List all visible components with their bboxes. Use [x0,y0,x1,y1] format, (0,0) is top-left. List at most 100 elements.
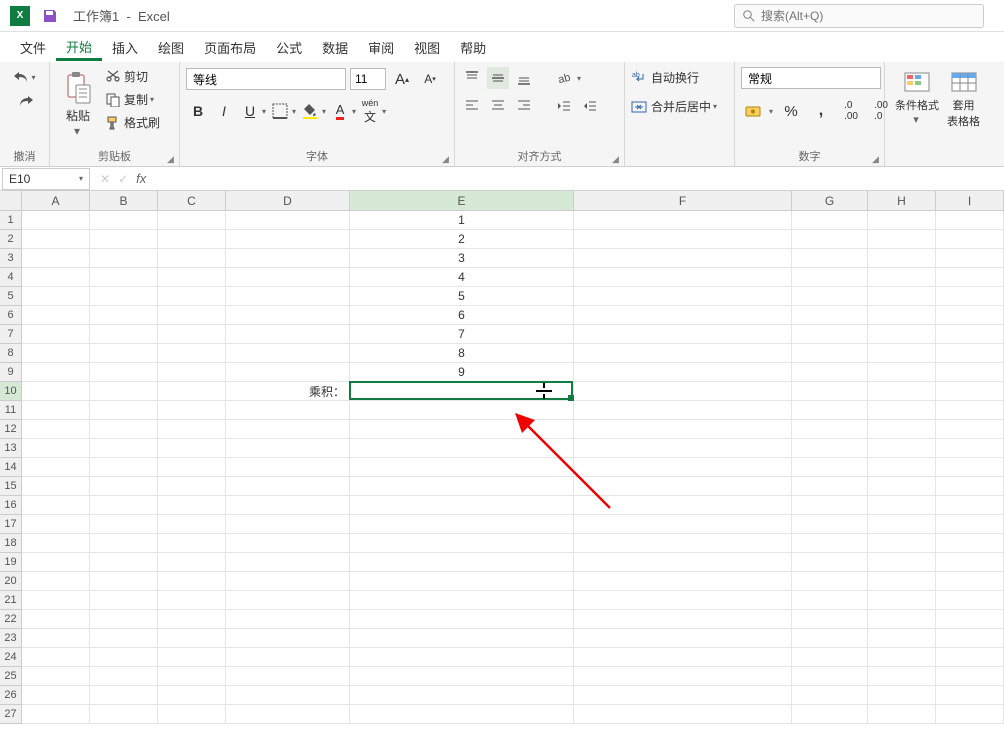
row-header[interactable]: 13 [0,439,22,458]
cell[interactable] [574,629,792,648]
cell[interactable] [574,515,792,534]
cell[interactable] [868,686,936,705]
cell[interactable] [90,230,158,249]
cell[interactable] [90,439,158,458]
cell[interactable] [158,401,226,420]
cell[interactable]: 乘积： [226,382,350,401]
cell[interactable] [868,591,936,610]
cell[interactable] [22,249,90,268]
cell[interactable]: 5 [350,287,574,306]
row-header[interactable]: 16 [0,496,22,515]
cell[interactable] [158,344,226,363]
number-format-select[interactable] [741,67,881,89]
row-header[interactable]: 24 [0,648,22,667]
row-header[interactable]: 18 [0,534,22,553]
cell[interactable] [574,325,792,344]
cell[interactable] [158,382,226,401]
cancel-formula-icon[interactable]: ✕ [100,172,110,186]
cell[interactable] [22,610,90,629]
cell[interactable] [574,648,792,667]
cell[interactable] [226,268,350,287]
cell[interactable] [868,287,936,306]
cell[interactable] [158,287,226,306]
row-header[interactable]: 27 [0,705,22,724]
row-header[interactable]: 15 [0,477,22,496]
cell[interactable] [792,534,868,553]
cell[interactable] [868,401,936,420]
cell[interactable] [574,610,792,629]
cell[interactable] [226,306,350,325]
cell[interactable] [792,591,868,610]
cell[interactable] [226,344,350,363]
cell[interactable] [350,667,574,686]
cell[interactable] [22,230,90,249]
cell[interactable] [936,572,1004,591]
cell[interactable] [22,553,90,572]
cell[interactable] [868,667,936,686]
cell[interactable] [158,610,226,629]
cell[interactable] [22,268,90,287]
search-box[interactable] [734,4,984,28]
cell[interactable] [158,534,226,553]
cell[interactable] [158,268,226,287]
cell[interactable] [574,268,792,287]
cell[interactable] [90,382,158,401]
cell[interactable]: 4 [350,268,574,287]
cell[interactable] [226,591,350,610]
cell[interactable] [792,477,868,496]
cell[interactable] [936,705,1004,724]
cell[interactable]: 2 [350,230,574,249]
cell[interactable] [868,534,936,553]
cell[interactable] [792,629,868,648]
column-header[interactable]: E [350,191,574,210]
cell[interactable] [868,572,936,591]
cell[interactable] [350,610,574,629]
cell[interactable] [22,287,90,306]
cell[interactable] [22,420,90,439]
cell[interactable] [90,610,158,629]
cell[interactable] [158,420,226,439]
cell[interactable] [792,515,868,534]
font-name-input[interactable] [186,68,346,90]
cell[interactable] [936,591,1004,610]
cell[interactable] [90,667,158,686]
cell[interactable] [226,439,350,458]
cell[interactable] [90,268,158,287]
dialog-launcher-icon[interactable]: ◢ [872,154,882,164]
chevron-down-icon[interactable]: ▾ [577,74,581,83]
cell[interactable] [22,534,90,553]
cell[interactable] [90,496,158,515]
dialog-launcher-icon[interactable]: ◢ [167,154,177,164]
cell[interactable] [574,591,792,610]
cell[interactable] [158,705,226,724]
cell[interactable] [792,667,868,686]
grow-font-button[interactable]: A▴ [390,67,414,91]
align-left-button[interactable] [461,95,483,117]
cell[interactable] [226,648,350,667]
cell[interactable] [350,420,574,439]
format-painter-button[interactable]: 格式刷 [106,113,160,132]
phonetic-button[interactable]: wén 文 [358,99,382,123]
cell[interactable]: 3 [350,249,574,268]
undo-button[interactable]: ▾ [13,67,35,87]
cell[interactable] [936,667,1004,686]
cell[interactable] [90,629,158,648]
cell[interactable] [226,705,350,724]
cell[interactable] [158,439,226,458]
row-header[interactable]: 22 [0,610,22,629]
row-header[interactable]: 6 [0,306,22,325]
cell[interactable] [574,458,792,477]
cell[interactable] [22,439,90,458]
comma-button[interactable]: , [809,99,833,123]
cell[interactable] [936,382,1004,401]
menu-help[interactable]: 帮助 [450,34,496,61]
cell[interactable] [936,344,1004,363]
cell[interactable] [350,686,574,705]
row-header[interactable]: 1 [0,211,22,230]
cell[interactable] [868,382,936,401]
column-header[interactable]: G [792,191,868,210]
cell[interactable] [936,268,1004,287]
indent-decrease-button[interactable] [553,95,575,117]
currency-button[interactable] [741,99,765,123]
fx-icon[interactable]: fx [136,171,146,186]
